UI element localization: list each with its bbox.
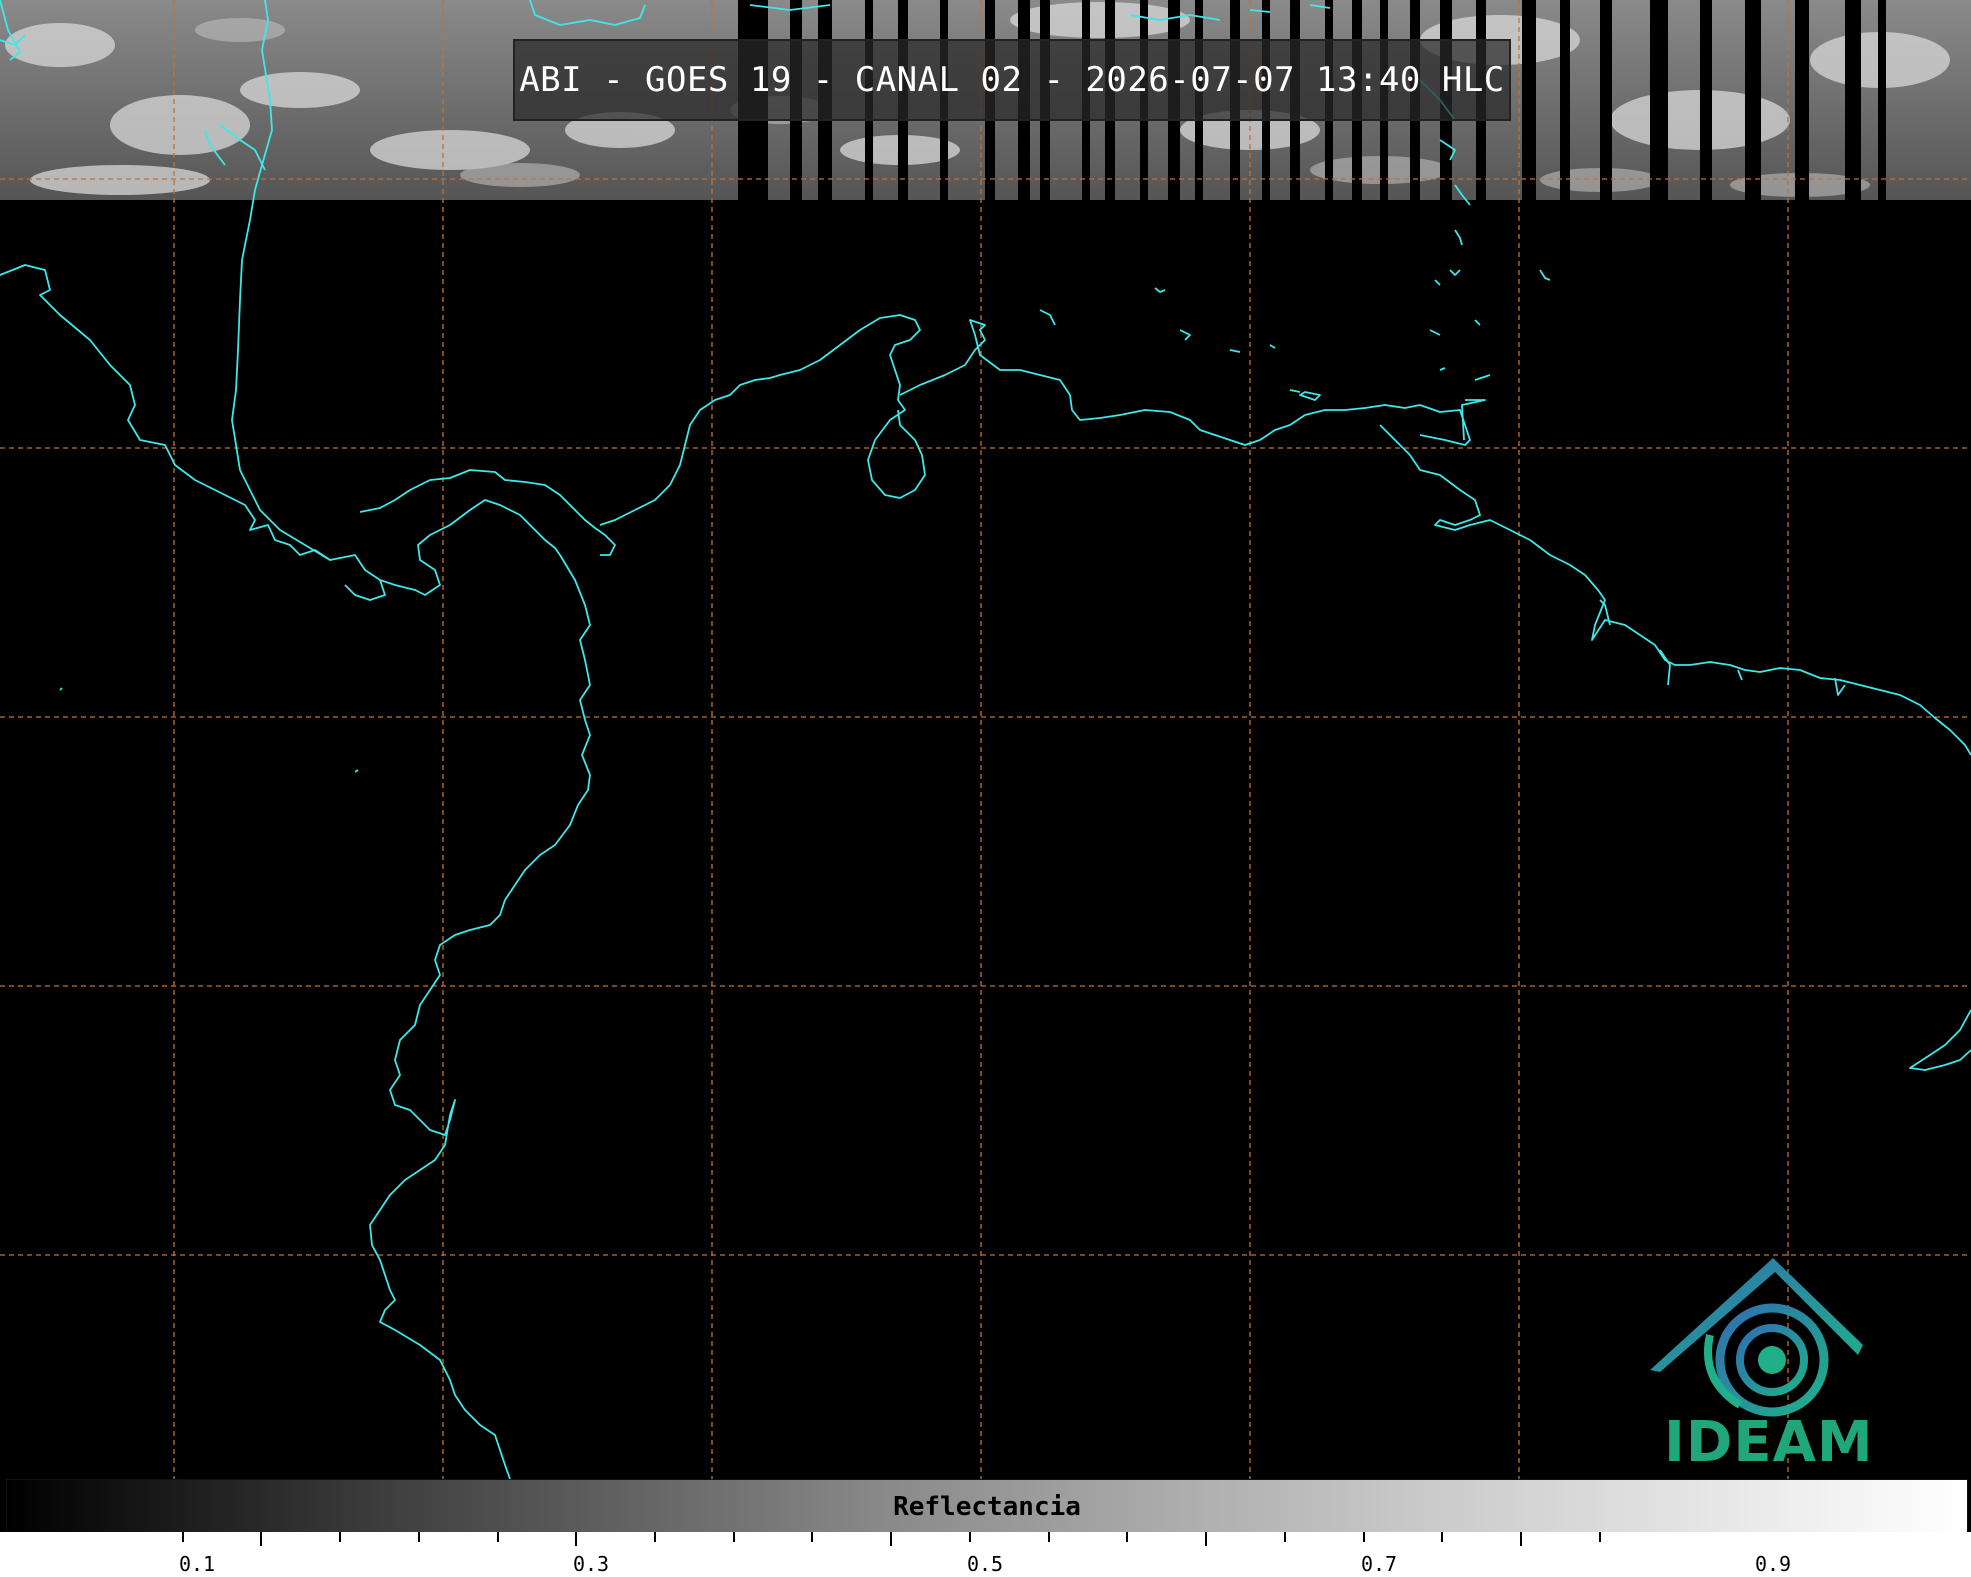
colorbar-tick bbox=[732, 1532, 735, 1542]
colorbar-tick bbox=[181, 1532, 184, 1542]
colorbar-tick bbox=[811, 1532, 814, 1542]
map-title: ABI - GOES 19 - CANAL 02 - 2026-07-07 13… bbox=[513, 39, 1511, 121]
reflectance-colorbar: Reflectancia bbox=[6, 1479, 1968, 1534]
colorbar-tick bbox=[1362, 1532, 1365, 1542]
ideam-logo-text: IDEAM bbox=[1664, 1410, 1874, 1475]
map-background bbox=[0, 0, 1971, 1577]
colorbar-tick bbox=[1598, 1532, 1601, 1542]
colorbar-axis: 0.1 0.3 0.5 0.7 0.9 bbox=[0, 1532, 1971, 1577]
colorbar-tick bbox=[1519, 1532, 1522, 1546]
colorbar-tick bbox=[1441, 1532, 1444, 1542]
colorbar-tick bbox=[890, 1532, 893, 1546]
colorbar-tick bbox=[1283, 1532, 1286, 1542]
colorbar-tick bbox=[575, 1532, 578, 1546]
colorbar-tick bbox=[417, 1532, 420, 1542]
colorbar-tick-label: 0.7 bbox=[1360, 1552, 1398, 1576]
colorbar-tick bbox=[1126, 1532, 1129, 1542]
colorbar-tick bbox=[339, 1532, 342, 1542]
colorbar-tick bbox=[968, 1532, 971, 1542]
colorbar-tick bbox=[1047, 1532, 1050, 1542]
colorbar-tick bbox=[1205, 1532, 1208, 1546]
satellite-map bbox=[0, 0, 1971, 1577]
colorbar-tick-label: 0.9 bbox=[1754, 1552, 1792, 1576]
colorbar-tick bbox=[496, 1532, 499, 1542]
colorbar-label: Reflectancia bbox=[893, 1492, 1081, 1522]
colorbar-tick-label: 0.3 bbox=[572, 1552, 610, 1576]
colorbar-tick bbox=[654, 1532, 657, 1542]
colorbar-tick-label: 0.1 bbox=[178, 1552, 216, 1576]
colorbar-tick-label: 0.5 bbox=[966, 1552, 1004, 1576]
colorbar-tick bbox=[260, 1532, 263, 1546]
